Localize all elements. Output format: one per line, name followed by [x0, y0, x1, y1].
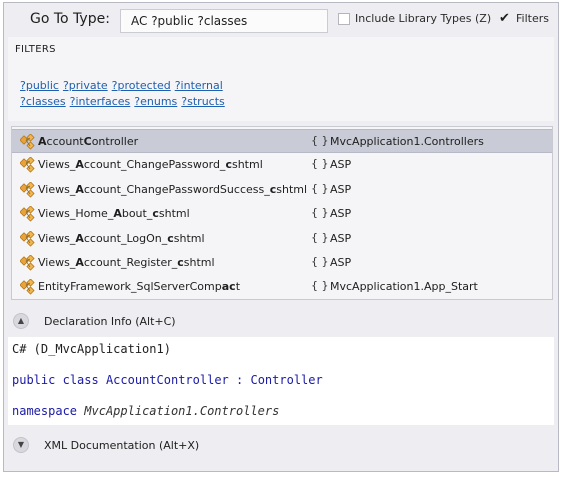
result-row[interactable]: Views_Account_ChangePasswordSuccess_csht…: [12, 178, 552, 202]
class-icon: [19, 133, 36, 150]
filter-link-enums[interactable]: ?enums: [134, 95, 177, 108]
checkmark-icon: ✔: [499, 11, 510, 26]
search-input[interactable]: AC ?public ?classes: [120, 9, 328, 33]
goto-type-window: Go To Type: AC ?public ?classes Include …: [3, 2, 559, 472]
class-icon: [19, 205, 36, 222]
namespace-braces-icon: { }: [311, 134, 329, 147]
result-row[interactable]: AccountController { } MvcApplication1.Cont…: [12, 129, 552, 153]
result-row[interactable]: Views_Account_ChangePassword_cshtml { } AS…: [12, 153, 552, 177]
namespace-braces-icon: { }: [311, 206, 329, 220]
filters-checkbox[interactable]: ✔: [499, 11, 511, 26]
class-icon: [19, 181, 36, 198]
namespace-braces-icon: { }: [311, 255, 329, 268]
keyword-namespace: namespace: [12, 404, 78, 418]
result-type-name: Views_Account_LogOn_cshtml: [38, 231, 205, 245]
xml-documentation-header[interactable]: XML Documentation (Alt+X): [44, 439, 199, 452]
filter-links-row-2: ?classes ?interfaces ?enums ?structs: [20, 90, 229, 109]
result-row[interactable]: Views_Account_LogOn_cshtml { } ASP: [12, 227, 552, 251]
results-list: AccountController{ } MvcApplication1.Cont…: [11, 126, 553, 300]
type-name: AccountController: [105, 373, 229, 387]
result-type-name: Views_Account_ChangePassword_cshtml: [38, 158, 263, 172]
filter-link-interfaces[interactable]: ?interfaces: [70, 95, 131, 108]
code-line-namespace: namespace MvcApplication1.Controllers: [12, 404, 279, 418]
code-line-language: C# (D_MvcApplication1): [12, 342, 171, 356]
namespace-braces-icon: { }: [311, 157, 329, 171]
filters-toggle-label[interactable]: Filters: [516, 12, 549, 25]
result-namespace: MvcApplication1.App_Start: [330, 280, 478, 294]
include-library-checkbox[interactable]: [338, 13, 350, 25]
keyword-public: public: [12, 373, 56, 387]
result-namespace: ASP: [330, 158, 352, 172]
keyword-class: class: [62, 373, 99, 387]
result-row[interactable]: Views_Home_About_cshtml { } ASP: [12, 202, 552, 226]
include-library-label[interactable]: Include Library Types (Z): [355, 12, 491, 25]
namespace-name: MvcApplication1.Controllers: [84, 404, 280, 418]
declaration-code-panel: C# (D_MvcApplication1) public class Acco…: [8, 337, 554, 425]
filters-title: FILTERS: [15, 44, 56, 55]
class-icon: [19, 254, 36, 271]
result-namespace: ASP: [330, 231, 352, 245]
result-namespace: ASP: [330, 182, 352, 196]
code-line-class-declaration: public class AccountController : Control…: [12, 373, 323, 387]
code-colon: :: [236, 373, 244, 387]
base-type-name: Controller: [250, 373, 323, 387]
namespace-braces-icon: { }: [311, 279, 329, 293]
result-namespace: ASP: [330, 256, 352, 269]
collapse-arrow-icon[interactable]: ▲: [13, 313, 29, 329]
result-row[interactable]: Views_Account_Register_cshtml { } ASP: [12, 251, 552, 275]
filters-panel: FILTERS ?public ?private ?protected ?intern…: [8, 37, 554, 121]
namespace-braces-icon: { }: [311, 230, 329, 244]
class-icon: [19, 156, 36, 173]
result-row[interactable]: EntityFramework_SqlServerCompact { } MvcAp…: [12, 275, 552, 299]
class-icon: [19, 229, 36, 247]
filter-link-structs[interactable]: ?structs: [181, 95, 224, 108]
result-type-name: EntityFramework_SqlServerCompact: [38, 280, 241, 294]
result-namespace: ASP: [330, 207, 352, 221]
result-type-name: Views_Account_ChangePasswordSuccess_csht…: [38, 182, 308, 196]
result-type-name: Views_Home_About_cshtml: [38, 207, 190, 221]
expand-arrow-icon[interactable]: ▼: [13, 437, 29, 453]
namespace-braces-icon: { }: [311, 181, 329, 195]
goto-type-label: Go To Type:: [30, 11, 110, 27]
result-type-name: AccountController: [38, 135, 139, 148]
result-namespace: MvcApplication1.Controllers: [330, 135, 484, 148]
class-icon: [19, 278, 36, 295]
filter-link-classes[interactable]: ?classes: [20, 95, 66, 108]
result-type-name: Views_Account_Register_cshtml: [38, 256, 215, 269]
declaration-info-header[interactable]: Declaration Info (Alt+C): [44, 315, 176, 328]
